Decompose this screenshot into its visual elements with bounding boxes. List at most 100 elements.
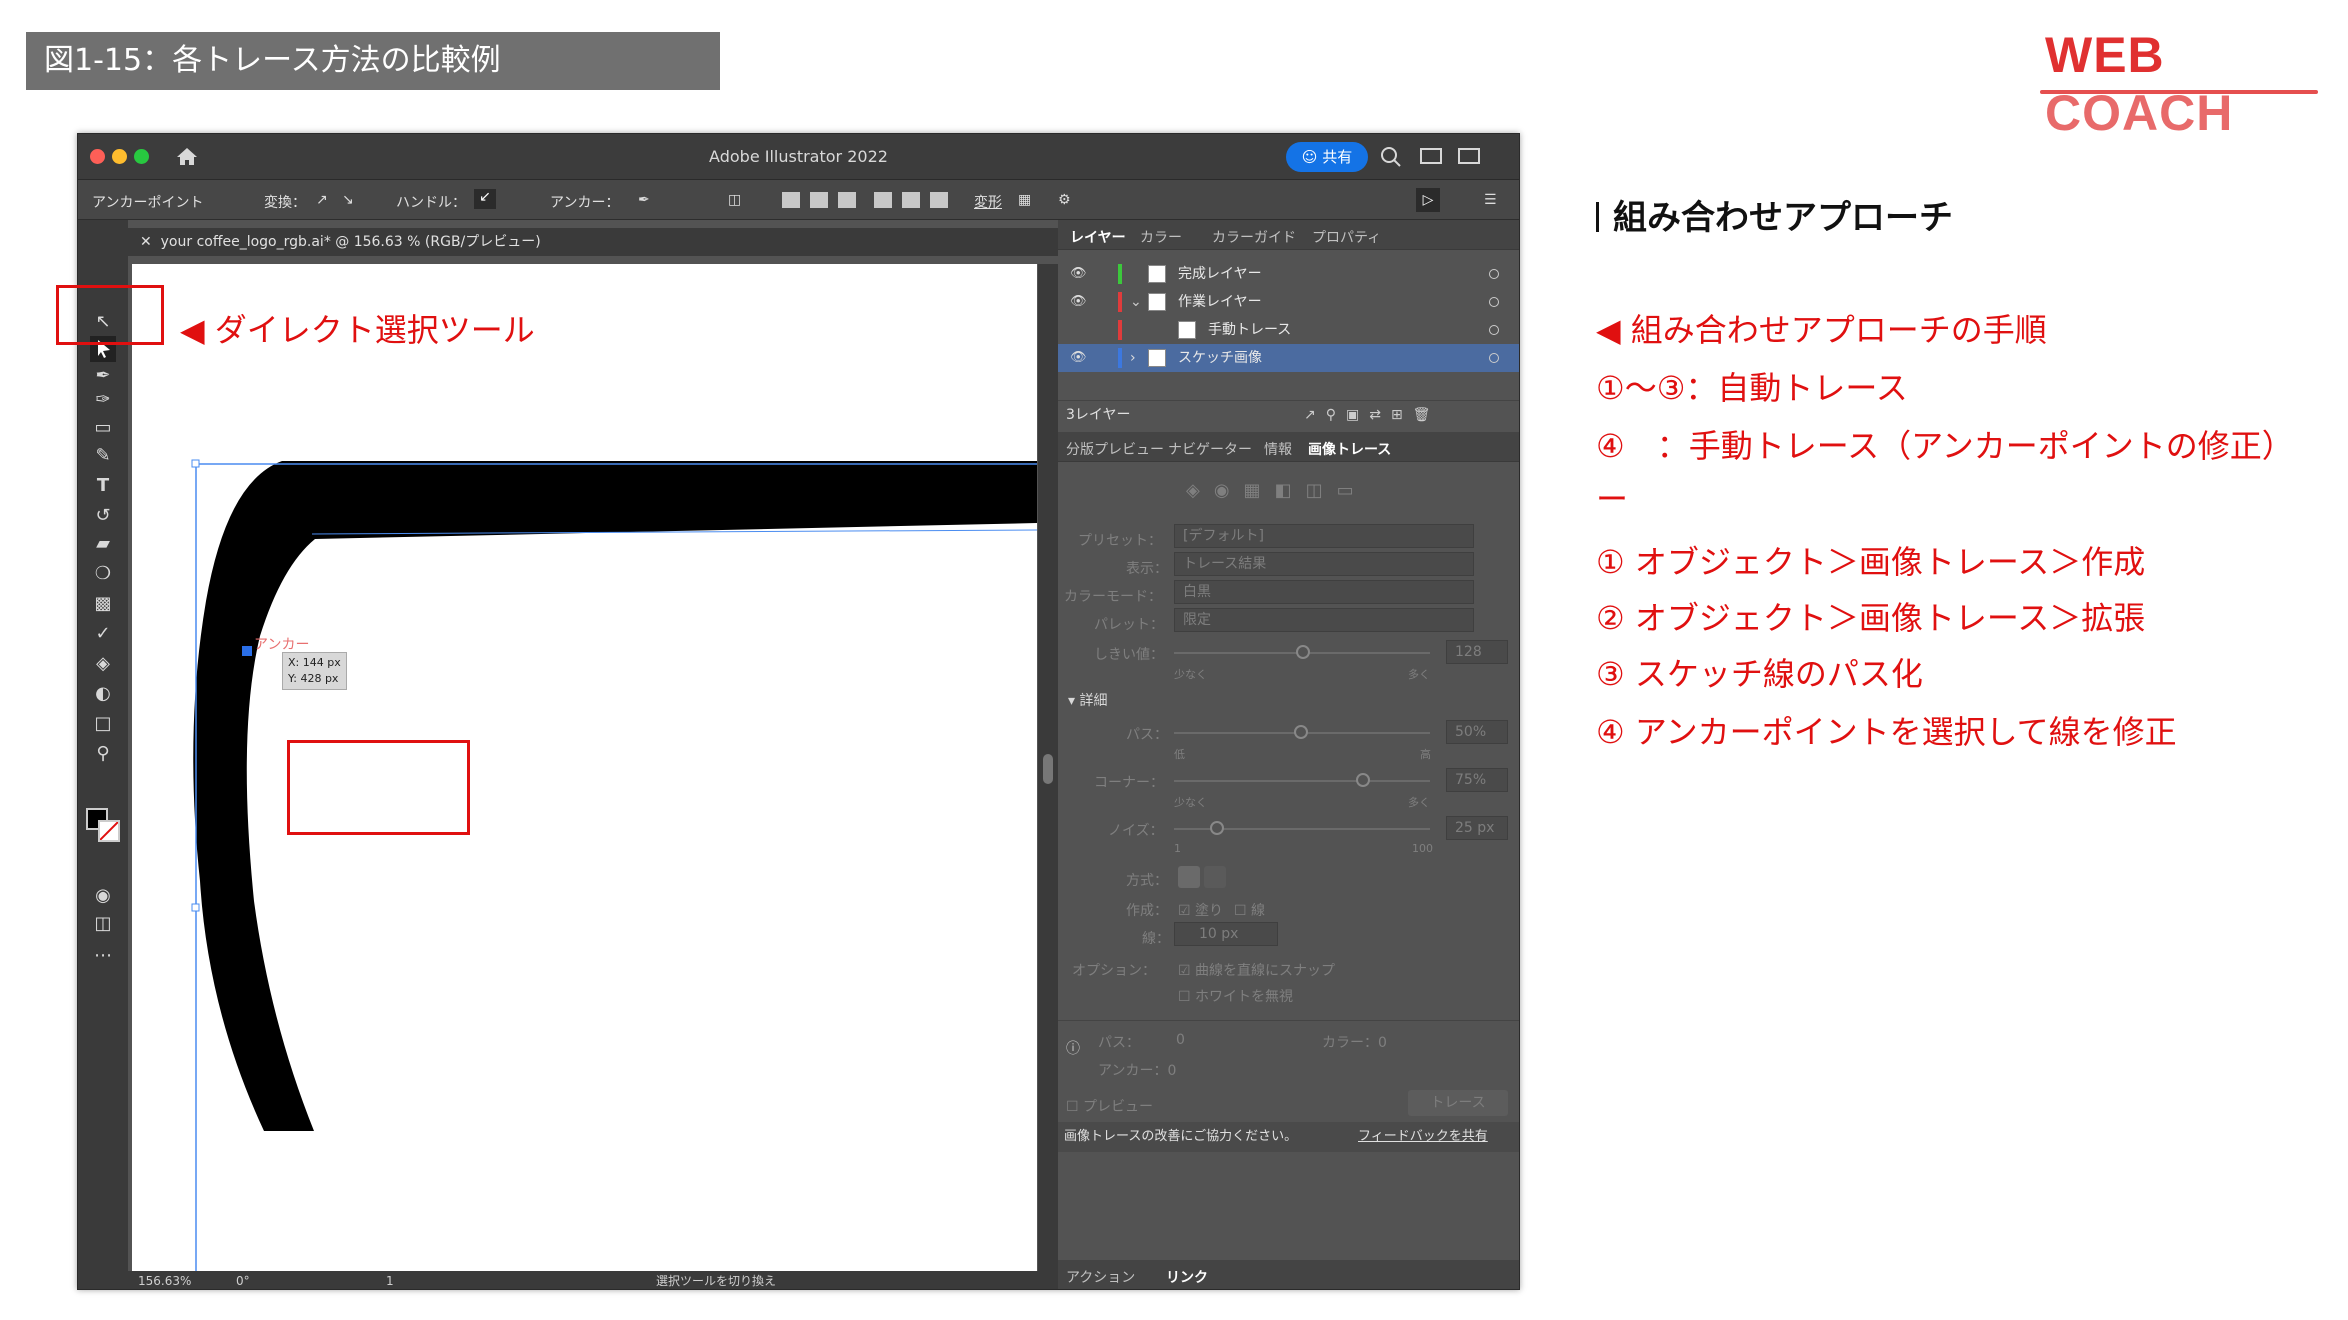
workspace-icon[interactable] — [1420, 148, 1442, 164]
fill-checkbox[interactable]: ☑ 塗り — [1178, 900, 1223, 920]
align-middle-icon[interactable] — [902, 192, 920, 208]
gradient-tool-icon[interactable]: ▩ — [93, 594, 113, 614]
palette-label: パレット： — [1094, 617, 1164, 633]
expand-chevron-icon[interactable]: ⌄ — [1130, 288, 1142, 316]
scroll-thumb[interactable] — [1043, 754, 1053, 784]
tab-navigator[interactable]: ナビゲーター — [1168, 439, 1252, 459]
tab-separations[interactable]: 分版プレビュー — [1066, 439, 1164, 459]
lasso-tool-icon[interactable]: ❍ — [93, 564, 113, 584]
align-center-icon[interactable] — [810, 192, 828, 208]
document-tab[interactable]: ✕ your coffee_logo_rgb.ai* @ 156.63 % (R… — [128, 228, 1118, 256]
zoom-tool-icon[interactable]: ⚲ — [93, 744, 113, 764]
target-icon[interactable] — [1489, 325, 1499, 335]
stroke-width-input[interactable]: 10 px — [1174, 922, 1278, 946]
stroke-color-swatch[interactable] — [98, 820, 120, 842]
curvature-tool-icon[interactable]: ✑ — [93, 390, 113, 410]
eyedropper-tool-icon[interactable]: ✓ — [93, 624, 113, 644]
expand-chevron-icon[interactable]: › — [1130, 344, 1136, 372]
threshold-max-label: 多く — [1408, 668, 1430, 681]
preview-checkbox[interactable]: ☐ プレビュー — [1066, 1096, 1153, 1116]
visibility-eye-icon[interactable]: 👁 — [1070, 288, 1087, 316]
zoom-level[interactable]: 156.63% — [138, 1271, 191, 1289]
search-icon[interactable] — [1380, 146, 1402, 168]
artboard-canvas[interactable]: アンカー X: 144 px Y: 428 px — [132, 264, 1037, 1271]
advanced-toggle[interactable]: ▾ 詳細 — [1068, 690, 1107, 710]
snap-checkbox[interactable]: ☑ 曲線を直線にスナップ — [1178, 960, 1335, 980]
mode-select[interactable]: 白黒 — [1174, 580, 1474, 604]
preset-select[interactable]: [デフォルト] — [1174, 524, 1474, 548]
tab-color-guide[interactable]: カラーガイド — [1212, 227, 1296, 247]
layer-row[interactable]: 👁 完成レイヤー — [1058, 260, 1519, 288]
anchor-point[interactable] — [242, 646, 252, 656]
eraser-tool-icon[interactable]: ▰ — [93, 534, 113, 554]
more-tools-icon[interactable]: ⋯ — [93, 946, 113, 966]
tab-info[interactable]: 情報 — [1264, 439, 1292, 459]
screen-mode-icon[interactable]: ◫ — [93, 914, 113, 934]
corners-knob[interactable] — [1356, 773, 1370, 787]
trace-button[interactable]: トレース — [1408, 1090, 1508, 1116]
feedback-link[interactable]: フィードバックを共有 — [1358, 1122, 1488, 1152]
artboard-tool-icon[interactable]: □ — [93, 714, 113, 734]
pen-icon[interactable]: ✒ — [638, 192, 650, 208]
noise-knob[interactable] — [1210, 821, 1224, 835]
transform-link[interactable]: 変形 — [974, 192, 1002, 212]
noise-input[interactable]: 25 px — [1446, 816, 1508, 840]
view-select[interactable]: トレース結果 — [1174, 552, 1474, 576]
paths-knob[interactable] — [1294, 725, 1308, 739]
drawing-mode-icon[interactable]: ◉ — [93, 886, 113, 906]
threshold-input[interactable]: 128 — [1446, 640, 1508, 664]
panel-menu-icon[interactable]: ☰ — [1484, 192, 1497, 208]
align-bottom-icon[interactable] — [930, 192, 948, 208]
trace-preset-icons[interactable]: ◈◉▦◧◫▭ — [1186, 480, 1368, 501]
target-icon[interactable] — [1489, 269, 1499, 279]
convert-smooth-icon[interactable]: ↗ — [316, 192, 328, 208]
tab-close-icon[interactable]: ✕ — [140, 234, 152, 250]
tab-image-trace[interactable]: 画像トレース — [1308, 439, 1391, 459]
tab-color[interactable]: カラー — [1140, 227, 1182, 247]
tab-links[interactable]: リンク — [1166, 1267, 1208, 1287]
align-menu-icon[interactable]: ◫ — [728, 192, 741, 208]
share-button[interactable]: ☺ 共有 — [1286, 142, 1368, 172]
align-top-icon[interactable] — [874, 192, 892, 208]
rotation-value[interactable]: 0° — [236, 1271, 250, 1289]
rectangle-tool-icon[interactable]: ▭ — [93, 418, 113, 438]
layer-row-selected[interactable]: 👁 › スケッチ画像 — [1058, 344, 1519, 372]
align-left-icon[interactable] — [782, 192, 800, 208]
blend-tool-icon[interactable]: ◈ — [93, 654, 113, 674]
page-number[interactable]: 1 — [386, 1271, 394, 1289]
type-tool-icon[interactable]: T — [93, 476, 113, 496]
shape-builder-tool-icon[interactable]: ◐ — [93, 684, 113, 704]
rotate-tool-icon[interactable]: ↺ — [93, 506, 113, 526]
layer-row[interactable]: 👁 ⌄ 作業レイヤー — [1058, 288, 1519, 316]
corners-input[interactable]: 75% — [1446, 768, 1508, 792]
isolate-icon[interactable]: ▦ — [1018, 192, 1031, 208]
vertical-scrollbar[interactable] — [1038, 264, 1058, 1271]
paths-input[interactable]: 50% — [1446, 720, 1508, 744]
ignore-white-checkbox[interactable]: ☐ ホワイトを無視 — [1178, 986, 1293, 1006]
stroke-checkbox[interactable]: ☐ 線 — [1234, 900, 1265, 920]
tools-panel: ↖ ✒ ✑ ▭ ✎ T ↺ ▰ ❍ ▩ ✓ ◈ ◐ □ ⚲ ◉ ◫ ⋯ — [78, 220, 128, 1289]
target-icon[interactable] — [1489, 297, 1499, 307]
layer-row[interactable]: 手動トレース — [1058, 316, 1519, 344]
threshold-knob[interactable] — [1296, 645, 1310, 659]
arrange-panel-icon[interactable]: ▷ — [1416, 188, 1440, 212]
recolor-icon[interactable]: ⚙ — [1058, 192, 1071, 208]
visibility-eye-icon[interactable]: 👁 — [1070, 260, 1087, 288]
target-icon[interactable] — [1489, 353, 1499, 363]
method-abutting-icon[interactable] — [1178, 866, 1200, 888]
panel-layout-icon[interactable] — [1458, 148, 1480, 164]
align-right-icon[interactable] — [838, 192, 856, 208]
visibility-eye-icon[interactable]: 👁 — [1070, 344, 1087, 372]
handle-icon[interactable]: ↙ — [474, 189, 496, 209]
paintbrush-tool-icon[interactable]: ✎ — [93, 446, 113, 466]
tab-properties[interactable]: プロパティ — [1312, 227, 1381, 247]
convert-corner-icon[interactable]: ↘ — [342, 192, 354, 208]
corners-slider[interactable] — [1174, 780, 1430, 782]
layer-actions-icons[interactable]: ↗⚲▣⇄⊞🗑 — [1304, 401, 1440, 429]
view-label: 表示： — [1126, 561, 1168, 577]
pen-tool-icon[interactable]: ✒ — [93, 366, 113, 386]
tab-layers[interactable]: レイヤー — [1070, 227, 1126, 247]
method-overlapping-icon[interactable] — [1204, 866, 1226, 888]
palette-select[interactable]: 限定 — [1174, 608, 1474, 632]
tab-actions[interactable]: アクション — [1066, 1267, 1135, 1287]
